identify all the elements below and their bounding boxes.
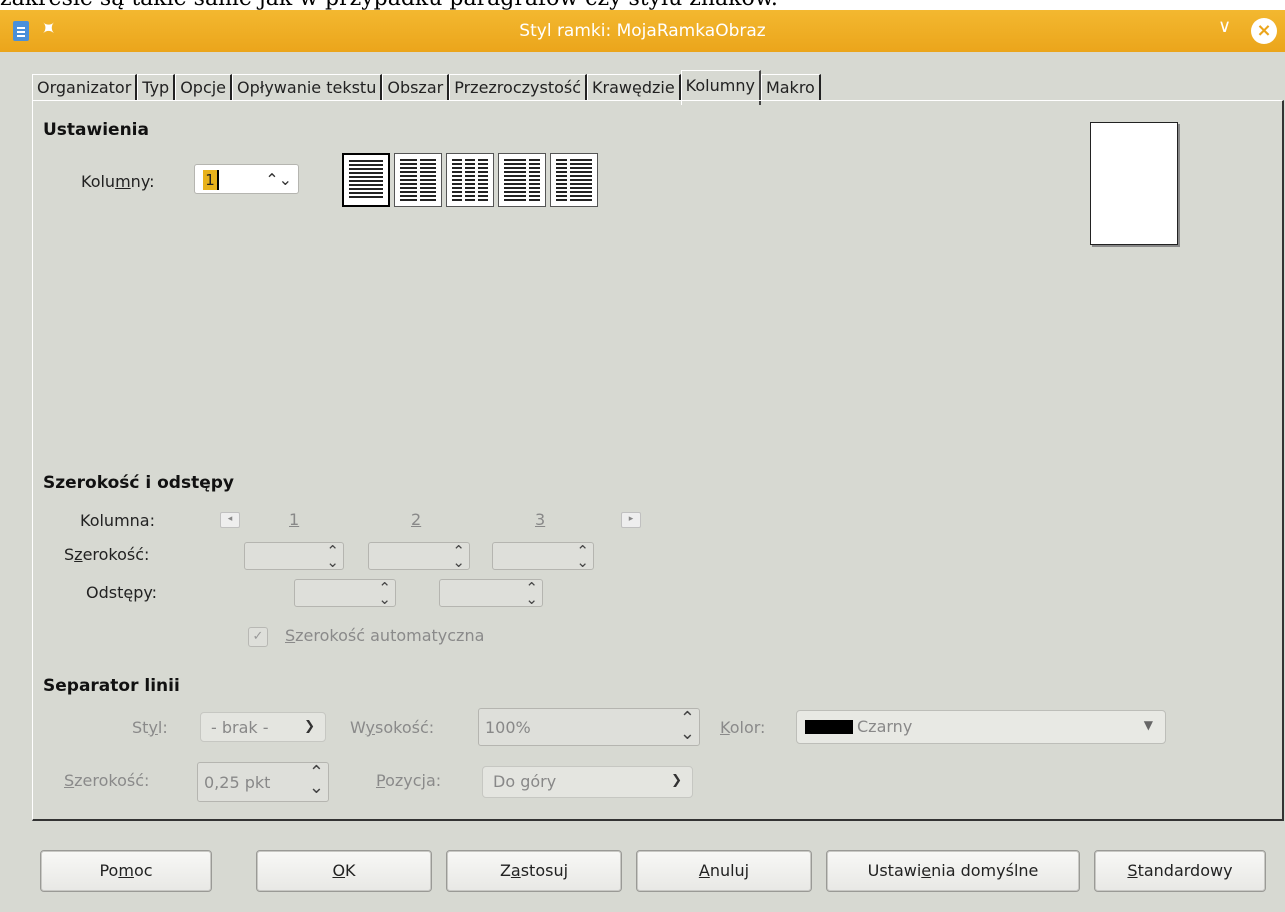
column-number-2: 2 <box>411 510 422 529</box>
spin-arrows-icon: ⌃ ⌄ <box>308 762 324 798</box>
spin-arrows-icon: ⌃ ⌄ <box>326 542 339 571</box>
preset-2-columns-left-large[interactable] <box>498 153 546 207</box>
tab-krawedzie[interactable]: Krawędzie <box>587 74 681 101</box>
separator-height-label: Wysokość: <box>350 718 435 737</box>
auto-width-label: Szerokość automatyczna <box>285 626 485 645</box>
separator-color-picker[interactable]: Czarny ▼ <box>796 710 1166 744</box>
column-3-width-spinbox[interactable]: ⌃ ⌄ <box>492 542 594 570</box>
chevron-down-icon: ❯ <box>304 719 315 734</box>
separator-position-label: Pozycja: <box>376 771 442 790</box>
help-button[interactable]: Pomoc <box>40 850 212 892</box>
spin-arrows-icon[interactable]: ⌃⌄ <box>265 170 292 189</box>
separator-style-label: Styl: <box>132 718 168 737</box>
next-column-icon[interactable]: ▸ <box>621 512 641 528</box>
preset-2-columns-right-large[interactable] <box>550 153 598 207</box>
columns-count-value: 1 <box>203 170 217 190</box>
spacing-1-spinbox[interactable]: ⌃ ⌄ <box>294 579 396 607</box>
color-name: Czarny <box>857 717 913 736</box>
separator-color-label: Kolor: <box>720 718 766 737</box>
columns-label: Kolumny: <box>81 172 155 191</box>
tab-opcje[interactable]: Opcje <box>175 74 233 101</box>
tab-oplywanie-tekstu[interactable]: Opływanie tekstu <box>232 74 383 101</box>
preset-1-column[interactable] <box>342 153 390 207</box>
tab-obszar[interactable]: Obszar <box>382 74 450 101</box>
separator-height-spinbox[interactable]: 100% ⌃ ⌄ <box>478 708 700 746</box>
column-number-1: 1 <box>289 510 300 529</box>
preset-2-columns[interactable] <box>394 153 442 207</box>
standard-button[interactable]: Standardowy <box>1094 850 1266 892</box>
auto-width-checkbox[interactable]: ✓ <box>248 627 268 647</box>
spin-arrows-icon: ⌃ ⌄ <box>525 579 538 608</box>
spacing-label: Odstępy: <box>86 583 158 602</box>
tab-typ[interactable]: Typ <box>137 74 176 101</box>
text-cursor <box>217 170 219 190</box>
close-icon[interactable]: × <box>1251 18 1277 44</box>
page-preview <box>1090 122 1178 245</box>
width-spacing-heading: Szerokość i odstępy <box>43 473 234 493</box>
settings-heading: Ustawienia <box>43 120 149 140</box>
width-label: Szerokość: <box>64 545 150 564</box>
tab-przezroczystosc[interactable]: Przezroczystość <box>449 74 588 101</box>
prev-column-icon[interactable]: ◂ <box>220 512 240 528</box>
spin-arrows-icon: ⌃ ⌄ <box>378 579 391 608</box>
window-title: Styl ramki: MojaRamkaObraz <box>519 21 766 41</box>
title-bar: ✦ Styl ramki: MojaRamkaObraz ∨ × <box>0 10 1285 52</box>
separator-heading: Separator linii <box>43 676 180 696</box>
column-layout-presets <box>342 153 598 207</box>
column-number-3: 3 <box>535 510 546 529</box>
separator-width-label: Szerokość: <box>64 771 150 790</box>
columns-count-spinbox[interactable]: 1 ⌃⌄ <box>194 164 299 194</box>
color-swatch <box>805 720 853 734</box>
spin-arrows-icon: ⌃ ⌄ <box>576 542 589 571</box>
separator-width-spinbox[interactable]: 0,25 pkt ⌃ ⌄ <box>197 762 329 802</box>
tab-organizator[interactable]: Organizator <box>32 74 138 101</box>
column-2-width-spinbox[interactable]: ⌃ ⌄ <box>368 542 470 570</box>
tab-bar: Organizator Typ Opcje Opływanie tekstu O… <box>32 70 821 105</box>
apply-button[interactable]: Zastosuj <box>446 850 622 892</box>
spin-arrows-icon: ⌃ ⌄ <box>679 708 695 744</box>
tab-makro[interactable]: Makro <box>760 74 821 101</box>
column-label: Kolumna: <box>80 511 155 530</box>
preset-3-columns[interactable] <box>446 153 494 207</box>
separator-style-select[interactable]: - brak - ❯ <box>200 712 326 742</box>
column-1-width-spinbox[interactable]: ⌃ ⌄ <box>244 542 344 570</box>
cancel-button[interactable]: Anuluj <box>636 850 812 892</box>
dropdown-triangle-icon: ▼ <box>1143 718 1153 732</box>
defaults-button[interactable]: Ustawienia domyślne <box>826 850 1080 892</box>
spacing-2-spinbox[interactable]: ⌃ ⌄ <box>439 579 543 607</box>
minimize-chevron-icon[interactable]: ∨ <box>1218 16 1231 37</box>
separator-position-select[interactable]: Do góry ❯ <box>482 766 693 798</box>
spin-arrows-icon: ⌃ ⌄ <box>452 542 465 571</box>
chevron-down-icon: ❯ <box>671 773 682 788</box>
ok-button[interactable]: OK <box>256 850 432 892</box>
